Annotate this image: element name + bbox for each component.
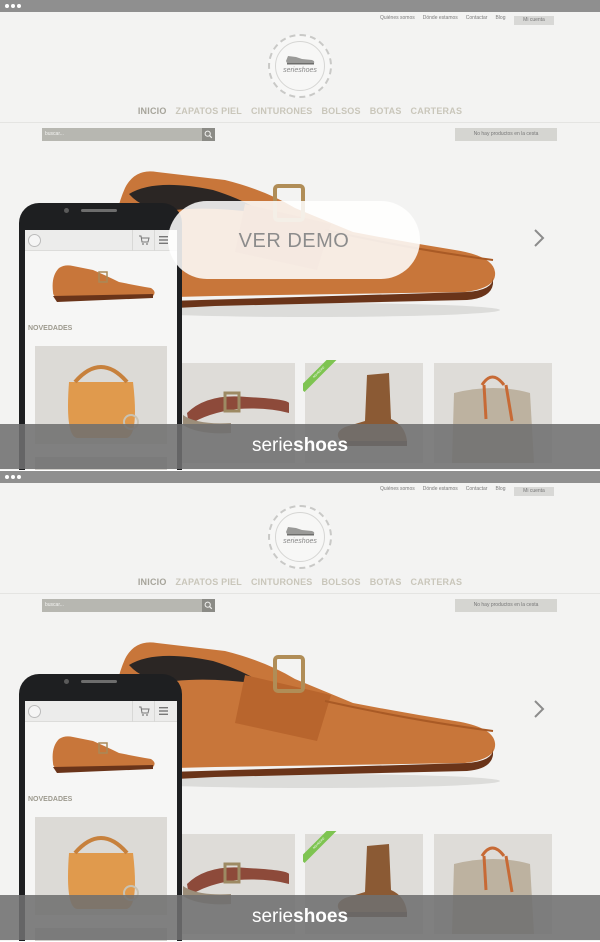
new-ribbon: NOVEDAD — [303, 360, 337, 394]
mobile-header-divider — [154, 230, 155, 251]
top-link-contactar[interactable]: Contactar — [466, 15, 488, 21]
brand-name: serieshoes — [0, 906, 600, 928]
mobile-header — [25, 230, 177, 251]
cart-status[interactable]: No hay productos en la cesta — [455, 599, 557, 612]
brand-name-light: serie — [251, 435, 294, 456]
nav-item-cinturones[interactable]: CINTURONES — [251, 106, 313, 116]
window-dot-icon[interactable] — [5, 475, 9, 479]
search-input[interactable]: buscar... — [42, 599, 215, 612]
main-nav: INICIO ZAPATOS PIEL CINTURONES BOLSOS BO… — [0, 577, 600, 587]
logo-ring — [275, 512, 325, 562]
cart-icon[interactable] — [138, 706, 150, 716]
site-logo[interactable]: serieshoes — [268, 34, 332, 98]
chevron-right-icon[interactable] — [532, 699, 546, 719]
shoe-logo-icon — [286, 56, 315, 65]
search-placeholder: buscar... — [45, 131, 64, 137]
brand-name: serieshoes — [0, 435, 600, 457]
mobile-hero-shoe-image[interactable] — [47, 258, 159, 308]
mobile-logo[interactable] — [28, 705, 41, 718]
search-placeholder: buscar... — [45, 602, 64, 608]
my-account-button[interactable]: Mi cuenta — [514, 16, 554, 25]
top-links: Quiénes somos Dónde estamos Contactar Bl… — [380, 15, 505, 21]
nav-item-bolsos[interactable]: BOLSOS — [321, 106, 360, 116]
window-dot-icon[interactable] — [17, 4, 21, 8]
nav-item-carteras[interactable]: CARTERAS — [411, 577, 463, 587]
window-dot-icon[interactable] — [11, 475, 15, 479]
browser-title-bar — [0, 471, 600, 483]
brand-banner: serieshoes — [0, 424, 600, 469]
logo-ring — [275, 41, 325, 91]
nav-item-inicio[interactable]: INICIO — [138, 577, 167, 587]
menu-icon[interactable] — [159, 236, 168, 244]
search-icon — [204, 130, 213, 139]
window-dot-icon[interactable] — [17, 475, 21, 479]
main-nav: INICIO ZAPATOS PIEL CINTURONES BOLSOS BO… — [0, 106, 600, 116]
phone-speaker — [81, 209, 117, 212]
top-link-contactar[interactable]: Contactar — [466, 486, 488, 492]
search-icon — [204, 601, 213, 610]
nav-item-zapatos-piel[interactable]: ZAPATOS PIEL — [176, 577, 242, 587]
cart-icon[interactable] — [138, 235, 150, 245]
preview-panel-1: Quiénes somos Dónde estamos Contactar Bl… — [0, 0, 600, 470]
cart-status[interactable]: No hay productos en la cesta — [455, 128, 557, 141]
nav-item-botas[interactable]: BOTAS — [370, 106, 402, 116]
ver-demo-label: VER DEMO — [238, 230, 350, 252]
phone-camera — [64, 208, 69, 213]
mobile-hero-shoe-image[interactable] — [47, 729, 159, 779]
window-dot-icon[interactable] — [5, 4, 9, 8]
ribbon-label: NOVEDAD — [303, 360, 337, 392]
top-link-quienes-somos[interactable]: Quiénes somos — [380, 15, 415, 21]
nav-divider — [0, 593, 600, 594]
top-link-blog[interactable]: Blog — [495, 486, 505, 492]
mobile-header-divider — [132, 230, 133, 251]
top-link-donde-estamos[interactable]: Dónde estamos — [423, 15, 458, 21]
top-link-blog[interactable]: Blog — [495, 15, 505, 21]
mobile-section-title: NOVEDADES — [28, 325, 73, 332]
nav-item-carteras[interactable]: CARTERAS — [411, 106, 463, 116]
nav-item-zapatos-piel[interactable]: ZAPATOS PIEL — [176, 106, 242, 116]
search-button[interactable] — [202, 128, 215, 141]
preview-panel-2: Quiénes somos Dónde estamos Contactar Bl… — [0, 471, 600, 941]
top-link-quienes-somos[interactable]: Quiénes somos — [380, 486, 415, 492]
new-ribbon: NOVEDAD — [303, 831, 337, 865]
shoe-logo-icon — [286, 527, 315, 536]
brand-name-bold: shoes — [293, 906, 349, 927]
window-dot-icon[interactable] — [11, 4, 15, 8]
top-link-donde-estamos[interactable]: Dónde estamos — [423, 486, 458, 492]
mobile-logo[interactable] — [28, 234, 41, 247]
brand-name-light: serie — [251, 906, 294, 927]
phone-camera — [64, 679, 69, 684]
brand-banner: serieshoes — [0, 895, 600, 940]
top-links: Quiénes somos Dónde estamos Contactar Bl… — [380, 486, 505, 492]
phone-speaker — [81, 680, 117, 683]
browser-title-bar — [0, 0, 600, 12]
nav-item-inicio[interactable]: INICIO — [138, 106, 167, 116]
ribbon-label: NOVEDAD — [303, 831, 337, 863]
nav-item-botas[interactable]: BOTAS — [370, 577, 402, 587]
menu-icon[interactable] — [159, 707, 168, 715]
nav-divider — [0, 122, 600, 123]
mobile-header — [25, 701, 177, 722]
chevron-right-icon[interactable] — [532, 228, 546, 248]
logo-text: serieshoes — [283, 538, 317, 545]
nav-item-bolsos[interactable]: BOLSOS — [321, 577, 360, 587]
mobile-header-divider — [154, 701, 155, 722]
my-account-button[interactable]: Mi cuenta — [514, 487, 554, 496]
logo-text: serieshoes — [283, 67, 317, 74]
nav-item-cinturones[interactable]: CINTURONES — [251, 577, 313, 587]
search-input[interactable]: buscar... — [42, 128, 215, 141]
mobile-section-title: NOVEDADES — [28, 796, 73, 803]
search-button[interactable] — [202, 599, 215, 612]
site-logo[interactable]: serieshoes — [268, 505, 332, 569]
mobile-header-divider — [132, 701, 133, 722]
ver-demo-button[interactable]: VER DEMO — [168, 201, 420, 279]
brand-name-bold: shoes — [293, 435, 349, 456]
